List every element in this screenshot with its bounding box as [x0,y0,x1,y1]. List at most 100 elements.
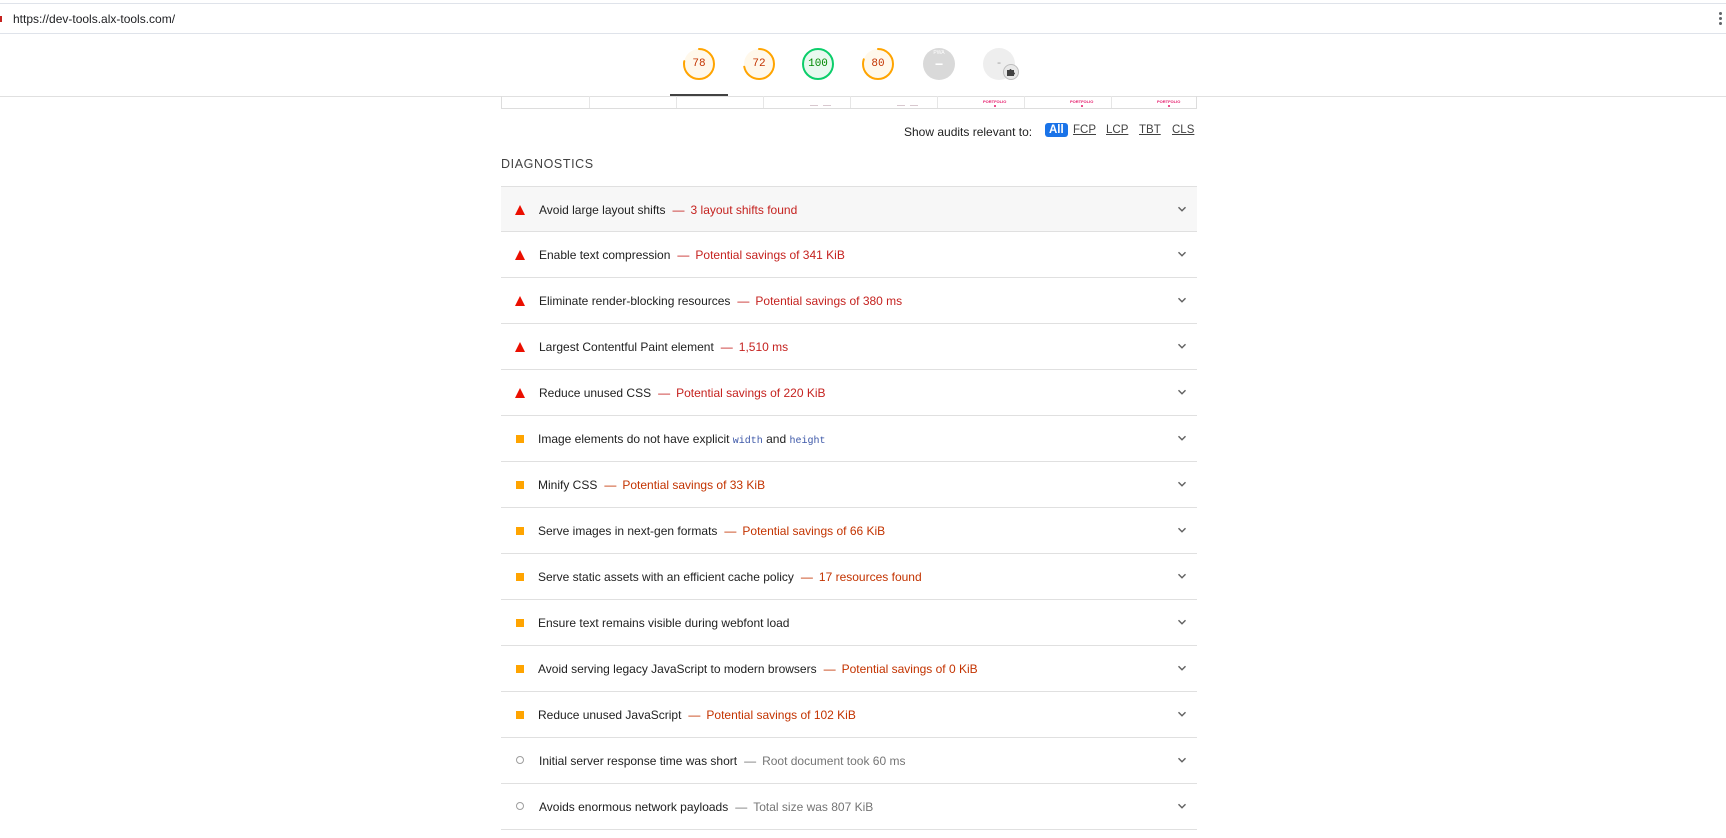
audit-display-value: Potential savings of 66 KiB [742,524,886,538]
frame-dot [994,105,996,107]
audit-title-conjunction: and [762,432,790,446]
audit-title: Avoid serving legacy JavaScript to moder… [538,662,817,676]
average-square-icon [516,665,524,673]
audit-title: Largest Contentful Paint element [539,340,714,354]
frame-label: PORTFOLIO [1157,99,1181,104]
audit-separator: — [724,524,737,538]
audit-title: Image elements do not have explicit [538,432,733,446]
filter-chip-tbt[interactable]: TBT [1139,124,1161,136]
audit-separator: — [823,662,836,676]
filmstrip-frame [502,96,590,108]
audit-title: Reduce unused CSS [539,386,652,400]
filmstrip-frame [589,96,677,108]
audit-title: Minify CSS [538,478,598,492]
audit-row[interactable]: Largest Contentful Paint element — 1,510 m… [501,324,1197,370]
audit-row[interactable]: Reduce unused JavaScript — Potential savin… [501,692,1197,738]
audit-row[interactable]: Serve static assets with an efficient ca… [501,554,1197,600]
chevron-down-icon[interactable] [1177,755,1187,765]
audit-filter: Show audits relevant to: All FCP LCP TBT… [0,122,1197,142]
audit-title: Avoid large layout shifts [539,203,666,217]
audit-row[interactable]: Initial server response time was short — R… [501,738,1197,784]
fail-triangle-icon [515,388,525,398]
average-square-icon [516,481,524,489]
audit-row[interactable]: Minify CSS — Potential savings of 33 KiB [501,462,1197,508]
audit-row[interactable]: Eliminate render-blocking resources — Pote… [501,278,1197,324]
puzzle-icon [1003,64,1019,80]
audit-title: Serve images in next-gen formats [538,524,718,538]
audit-display-value: Potential savings of 220 KiB [676,386,826,400]
address-bar[interactable]: https://dev-tools.alx-tools.com/ [0,3,1726,34]
audit-display-value: Root document took 60 ms [762,754,906,768]
chevron-down-icon[interactable] [1177,433,1187,443]
frame-dot [1081,105,1083,107]
audit-title: Avoids enormous network payloads [539,800,729,814]
average-square-icon [516,619,524,627]
score-gauge-accessibility[interactable]: 72 [742,47,776,81]
chevron-down-icon[interactable] [1177,709,1187,719]
score-value: 78 [692,58,706,70]
audit-title: Serve static assets with an efficient ca… [538,570,794,584]
average-square-icon [516,573,524,581]
score-gauge-seo[interactable]: 80 [861,47,895,81]
code-width: width [732,436,763,447]
filter-chip-cls[interactable]: CLS [1172,124,1194,136]
url-text[interactable]: https://dev-tools.alx-tools.com/ [13,12,175,26]
score-value: 80 [871,58,885,70]
score-value: – [934,55,944,73]
audit-row[interactable]: Serve images in next-gen formats — Potenti… [501,508,1197,554]
audit-row[interactable]: Image elements do not have explicit widt… [501,416,1197,462]
score-gauge-plugin[interactable]: - [982,47,1019,81]
audit-separator: — [688,708,701,722]
filmstrip: PORTFOLIO PORTFOLIO PORTFOLIO [501,96,1197,109]
audit-title: Reduce unused JavaScript [538,708,682,722]
audit-separator: — [800,570,813,584]
chevron-down-icon[interactable] [1177,479,1187,489]
audit-row[interactable]: Avoid serving legacy JavaScript to moder… [501,646,1197,692]
audit-display-value: Potential savings of 380 ms [755,294,903,308]
score-gauge-pwa[interactable]: PWA – [922,47,956,81]
chevron-down-icon[interactable] [1177,295,1187,305]
chevron-down-icon[interactable] [1177,204,1187,214]
filmstrip-frame [676,96,764,108]
code-height: height [789,436,826,447]
audit-row[interactable]: Avoids enormous network payloads — Total s… [501,784,1197,830]
audit-title: Eliminate render-blocking resources [539,294,731,308]
chevron-down-icon[interactable] [1177,663,1187,673]
score-gauge-performance[interactable]: 78 [682,47,716,81]
audit-display-value: 1,510 ms [738,340,789,354]
filter-chip-all[interactable]: All [1045,123,1068,137]
audit-display-value: Total size was 807 KiB [753,800,874,814]
chevron-down-icon[interactable] [1177,387,1187,397]
filter-chip-fcp[interactable]: FCP [1073,124,1096,136]
frame-content-line [810,105,818,106]
filter-chip-lcp[interactable]: LCP [1106,124,1128,136]
fail-triangle-icon [515,250,525,260]
chevron-down-icon[interactable] [1177,617,1187,627]
filmstrip-frame [763,96,851,108]
chevron-down-icon[interactable] [1177,571,1187,581]
average-square-icon [516,527,524,535]
score-header: 78 72 100 80 PWA – - [0,34,1726,97]
frame-dot [1168,105,1170,107]
audit-row[interactable]: Enable text compression — Potential saving… [501,232,1197,278]
chevron-down-icon[interactable] [1177,801,1187,811]
chevron-down-icon[interactable] [1177,341,1187,351]
filmstrip-frame: PORTFOLIO [937,96,1025,108]
audit-row[interactable]: Avoid large layout shifts — 3 layout shift… [501,186,1197,232]
audit-separator: — [720,340,733,354]
frame-label: PORTFOLIO [1070,99,1094,104]
audit-display-value: Potential savings of 341 KiB [695,248,845,262]
more-options-icon[interactable] [1716,10,1724,30]
audit-display-value: Potential savings of 0 KiB [841,662,978,676]
audit-row[interactable]: Reduce unused CSS — Potential savings of 2… [501,370,1197,416]
score-gauge-best-practices[interactable]: 100 [801,47,835,81]
chevron-down-icon[interactable] [1177,525,1187,535]
page-edge-marker [0,16,2,22]
chevron-down-icon[interactable] [1177,249,1187,259]
audit-display-value: 17 resources found [818,570,922,584]
fail-triangle-icon [515,205,525,215]
audit-separator: — [658,386,671,400]
audit-display-value: Potential savings of 102 KiB [706,708,856,722]
audit-row[interactable]: Ensure text remains visible during webfo… [501,600,1197,646]
audit-title: Initial server response time was short [539,754,738,768]
